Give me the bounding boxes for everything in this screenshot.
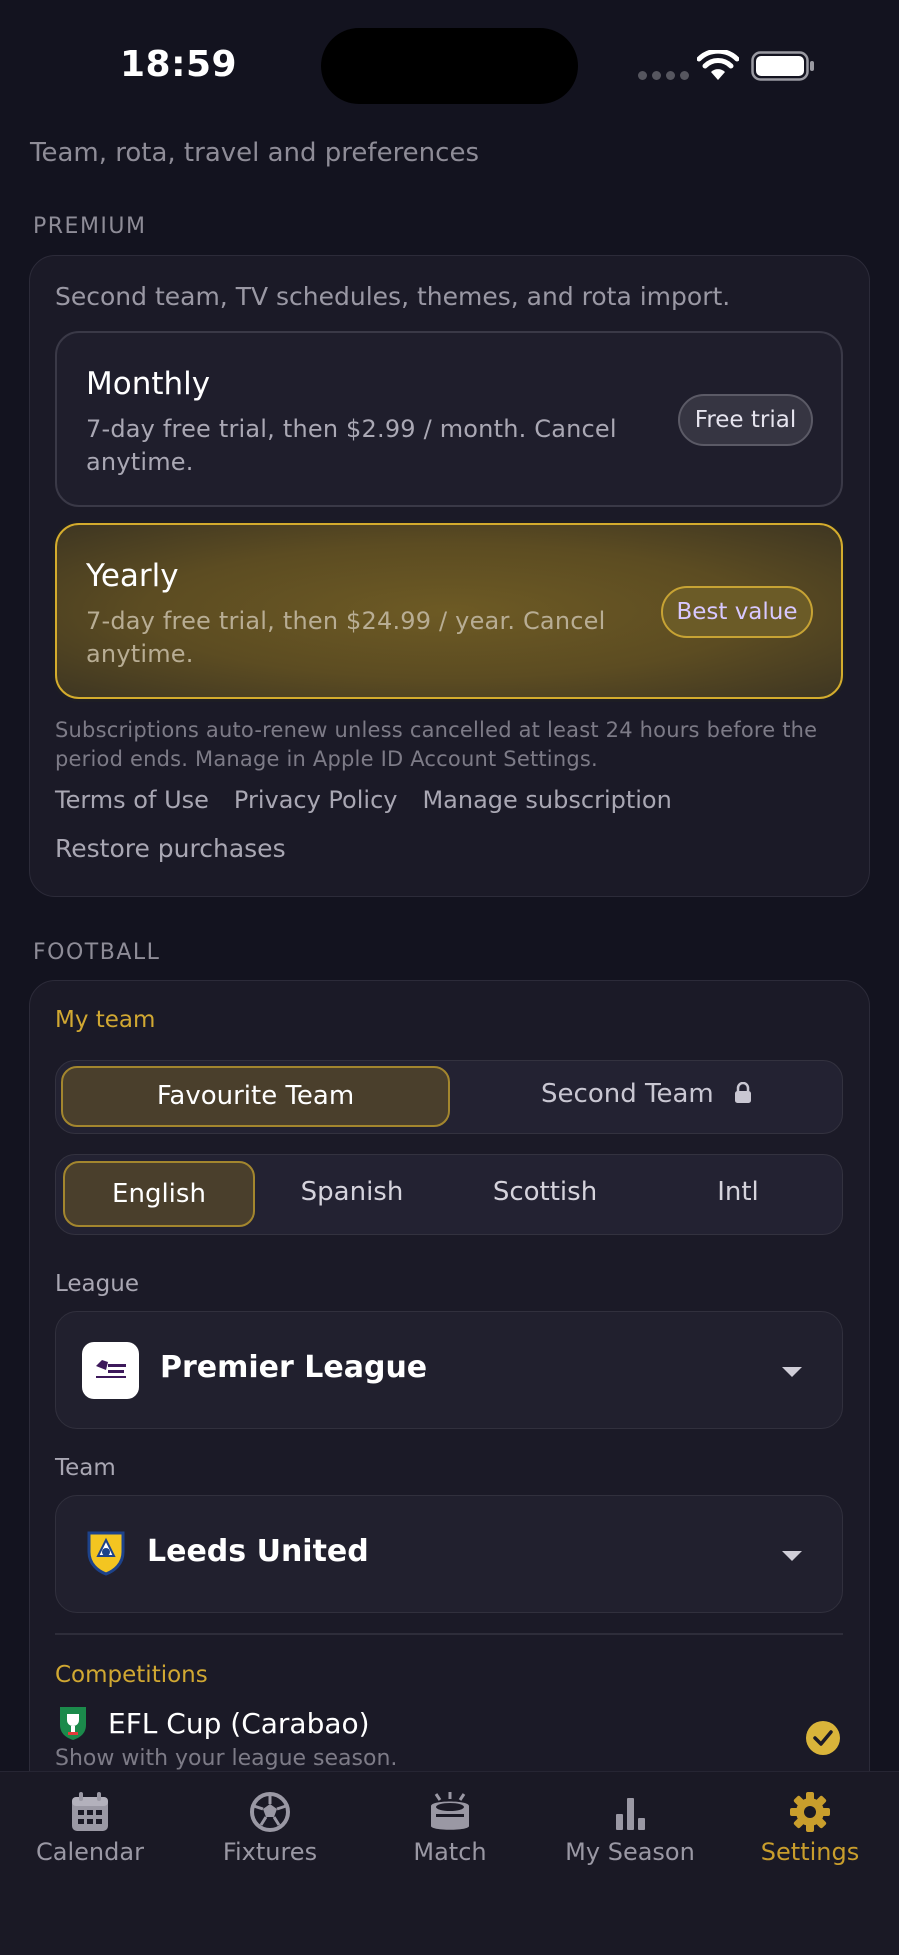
premier-league-logo [82, 1342, 139, 1399]
tab-settings[interactable]: Settings [720, 1772, 899, 1892]
tab-bar: Calendar Fixtures Match My Season Settin… [0, 1771, 899, 1955]
team-select[interactable]: Leeds United [55, 1495, 843, 1613]
page-subtitle: Team, rota, travel and preferences [30, 138, 479, 168]
yearly-plan-title: Yearly [86, 558, 179, 594]
league-value: Premier League [160, 1350, 428, 1385]
second-team-tab[interactable]: Second Team [454, 1066, 839, 1127]
yearly-plan-description: 7-day free trial, then $24.99 / year. Ca… [86, 607, 606, 668]
status-bar: 18:59 [0, 0, 899, 130]
football-icon [250, 1792, 290, 1832]
restore-purchases-link[interactable]: Restore purchases [55, 834, 286, 863]
region-tab-scottish[interactable]: Scottish [449, 1161, 641, 1227]
gear-icon [790, 1792, 830, 1832]
tab-my-season[interactable]: My Season [540, 1772, 720, 1892]
monthly-plan-description: 7-day free trial, then $2.99 / month. Ca… [86, 415, 617, 476]
status-time: 18:59 [120, 44, 238, 85]
chevron-down-icon [782, 1367, 802, 1377]
competitions-heading: Competitions [55, 1662, 208, 1688]
terms-of-use-link[interactable]: Terms of Use [55, 786, 209, 814]
monthly-plan-option[interactable]: Monthly 7-day free trial, then $2.99 / m… [55, 331, 843, 507]
favourite-team-label: Favourite Team [156, 1081, 355, 1111]
football-section-label: FOOTBALL [33, 940, 161, 965]
cellular-signal-icon [638, 71, 689, 80]
chevron-down-icon [782, 1551, 802, 1561]
legal-links: Terms of Use Privacy Policy Manage subsc… [55, 786, 672, 814]
team-label: Team [55, 1455, 116, 1481]
checkmark-icon [813, 1730, 833, 1746]
league-label: League [55, 1271, 139, 1297]
free-trial-badge: Free trial [678, 394, 813, 446]
tab-label-my-season: My Season [565, 1838, 695, 1866]
competition-subtitle: Show with your league season. [55, 1746, 398, 1771]
lock-icon [734, 1081, 751, 1103]
divider [55, 1633, 843, 1635]
calendar-icon [72, 1792, 108, 1831]
team-selector: Favourite Team Second Team [55, 1060, 843, 1134]
stadium-icon [431, 1792, 469, 1830]
tab-label-match: Match [413, 1838, 487, 1866]
tab-match[interactable]: Match [360, 1772, 540, 1892]
team-value: Leeds United [147, 1534, 369, 1569]
dynamic-island [321, 28, 578, 104]
best-value-badge: Best value [661, 586, 813, 638]
battery-icon [751, 51, 814, 81]
competition-enabled-checkmark[interactable] [806, 1721, 840, 1755]
privacy-policy-link[interactable]: Privacy Policy [234, 786, 398, 814]
my-team-heading: My team [55, 1007, 156, 1033]
region-tab-english[interactable]: English [63, 1161, 255, 1227]
premium-card: Second team, TV schedules, themes, and r… [29, 255, 870, 897]
subscription-fine-print: Subscriptions auto-renew unless cancelle… [55, 718, 818, 771]
competition-title: EFL Cup (Carabao) [108, 1707, 370, 1740]
bar-chart-icon [616, 1798, 645, 1830]
wifi-icon [697, 50, 739, 80]
tab-label-calendar: Calendar [36, 1838, 144, 1866]
tab-label-settings: Settings [760, 1838, 860, 1866]
manage-subscription-link[interactable]: Manage subscription [422, 786, 671, 814]
premium-section-label: PREMIUM [33, 214, 147, 239]
second-team-label: Second Team [541, 1079, 714, 1109]
region-tab-spanish[interactable]: Spanish [256, 1161, 448, 1227]
tab-label-fixtures: Fixtures [222, 1838, 318, 1866]
league-select[interactable]: Premier League [55, 1311, 843, 1429]
region-tab-intl[interactable]: Intl [642, 1161, 834, 1227]
efl-cup-icon [60, 1707, 86, 1740]
tab-fixtures[interactable]: Fixtures [180, 1772, 360, 1892]
premium-description: Second team, TV schedules, themes, and r… [55, 282, 731, 311]
yearly-plan-option[interactable]: Yearly 7-day free trial, then $24.99 / y… [55, 523, 843, 699]
favourite-team-tab[interactable]: Favourite Team [61, 1066, 450, 1127]
monthly-plan-title: Monthly [86, 366, 211, 402]
tab-calendar[interactable]: Calendar [0, 1772, 180, 1892]
team-crest-icon [87, 1531, 125, 1576]
region-selector: English Spanish Scottish Intl [55, 1154, 843, 1235]
